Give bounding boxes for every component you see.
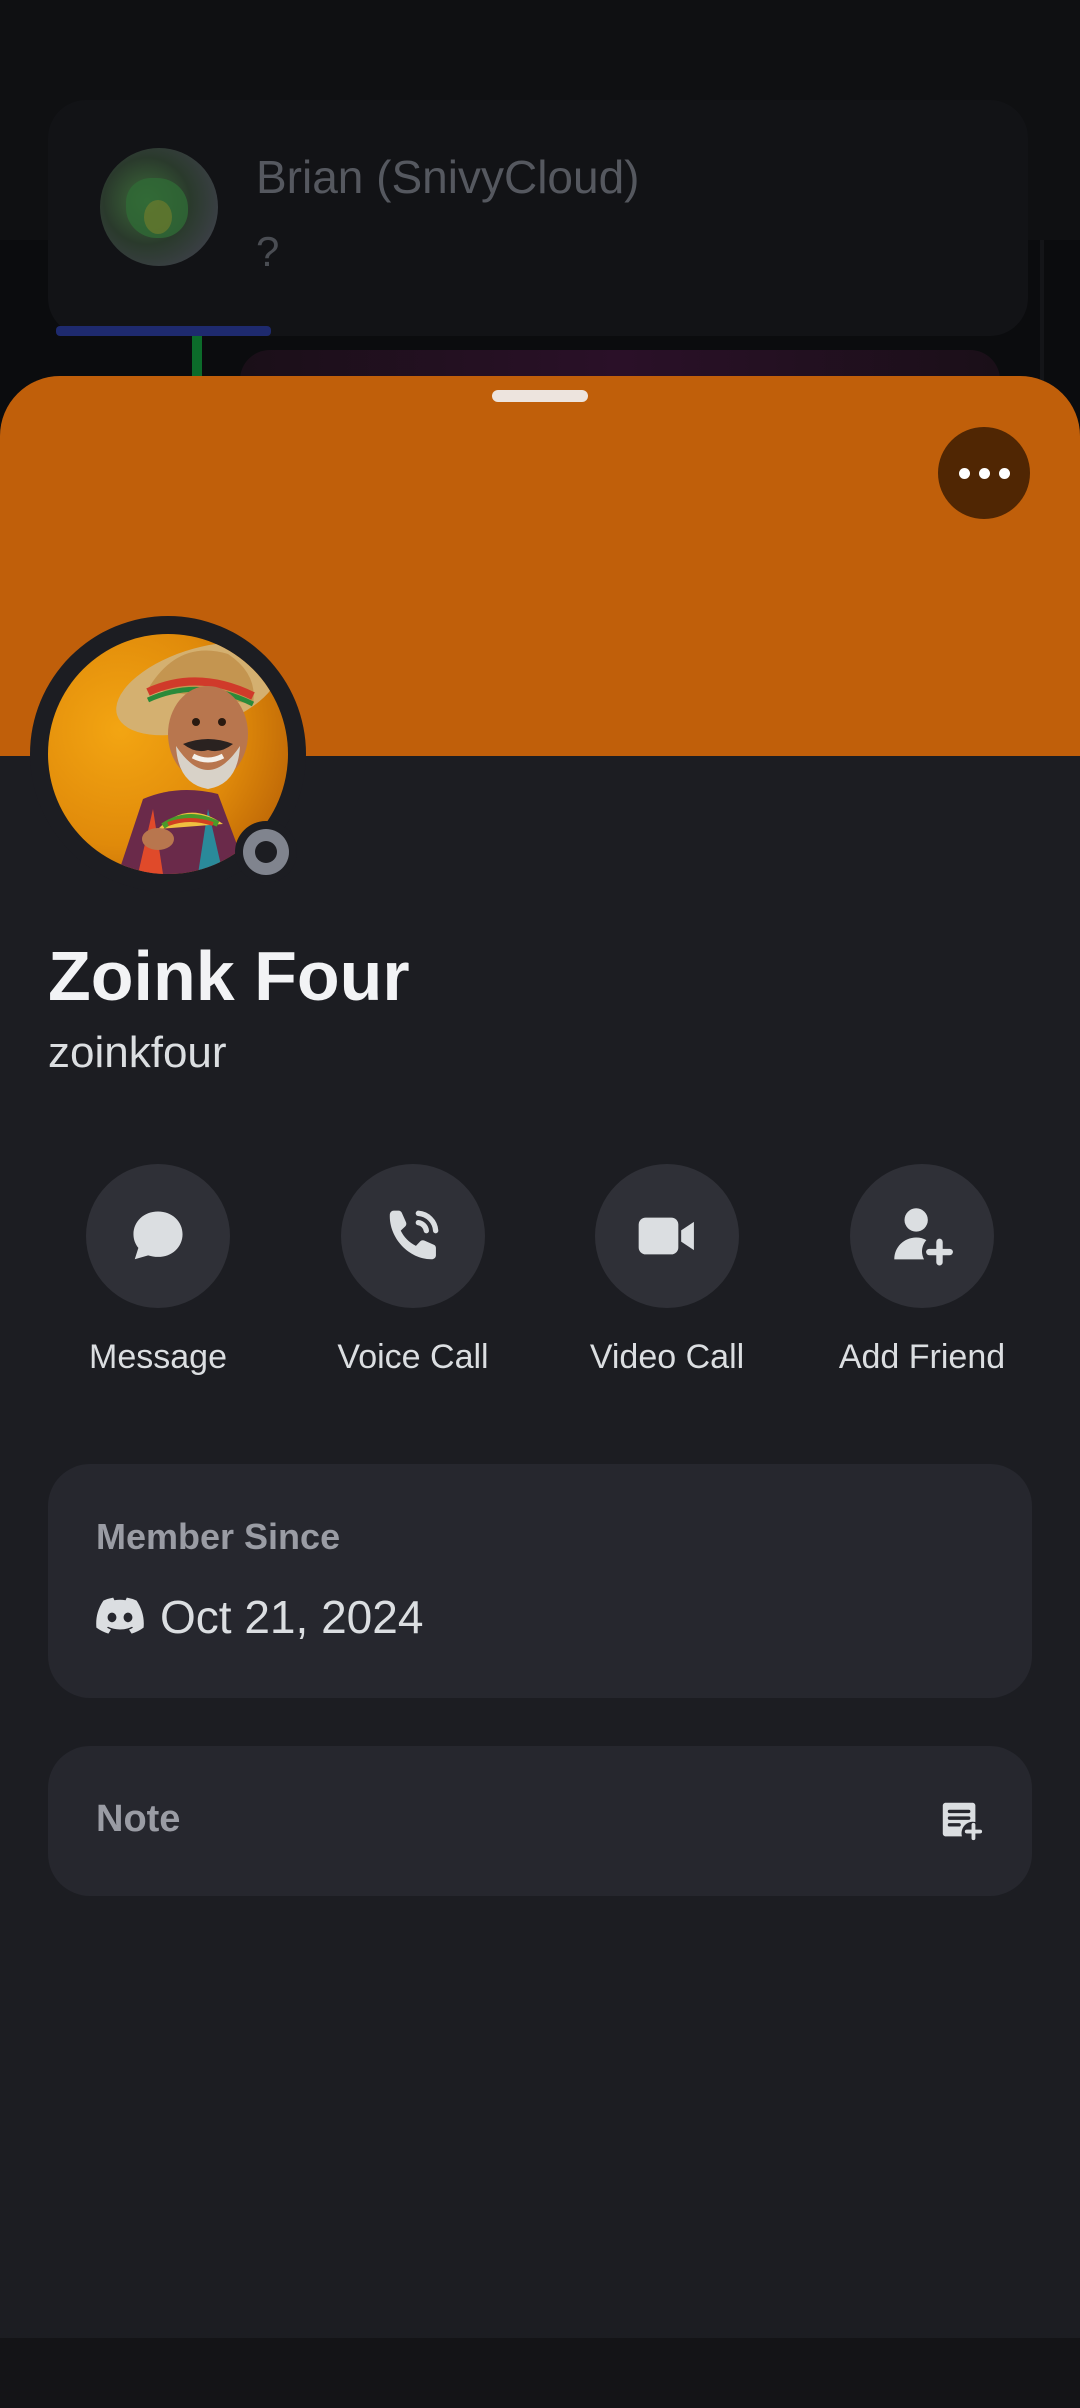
member-since-card: Member Since Oct 21, 2024 [48,1464,1032,1698]
add-friend-icon [894,1208,953,1266]
system-navigation-bar [0,2338,1080,2408]
dm-preview-message: ? [256,228,280,275]
message-label: Message [89,1338,227,1376]
more-icon [958,467,970,479]
chat-bubble-icon [133,1211,183,1260]
profile-sheet: Zoink Four zoinkfour Message Voice Call [0,376,1080,2338]
voice-call-label: Voice Call [337,1338,489,1376]
note-add-icon [942,1802,983,1841]
member-since-title: Member Since [96,1516,341,1557]
background-green-line [192,336,202,380]
video-call-label: Video Call [589,1338,745,1376]
background-accent-bar [56,326,271,336]
message-button[interactable]: Message [48,1164,268,1377]
background-dm-list: Brian (SnivyCloud) ? [0,0,1080,380]
voice-call-button[interactable]: Voice Call [303,1164,523,1377]
dm-preview-avatar [100,148,218,266]
status-indicator [235,821,297,883]
profile-actions: Message Voice Call Video Call Add Friend [0,1164,1080,1376]
display-name: Zoink Four [48,937,410,1015]
background-divider [1040,240,1044,380]
note-field[interactable]: Note [48,1746,1032,1896]
discord-icon [96,1597,144,1634]
sheet-drag-handle[interactable] [492,390,588,402]
dm-preview-name: Brian (SnivyCloud) [256,151,640,203]
video-call-button[interactable]: Video Call [557,1164,777,1377]
more-options-button[interactable] [938,427,1030,519]
phone-icon [389,1210,439,1260]
note-label: Note [96,1798,181,1840]
add-friend-button[interactable]: Add Friend [812,1164,1032,1377]
member-since-date: Oct 21, 2024 [160,1591,424,1643]
add-friend-label: Add Friend [838,1338,1006,1376]
offline-status-icon [243,829,289,875]
username: zoinkfour [48,1028,227,1077]
video-camera-icon [638,1217,694,1255]
